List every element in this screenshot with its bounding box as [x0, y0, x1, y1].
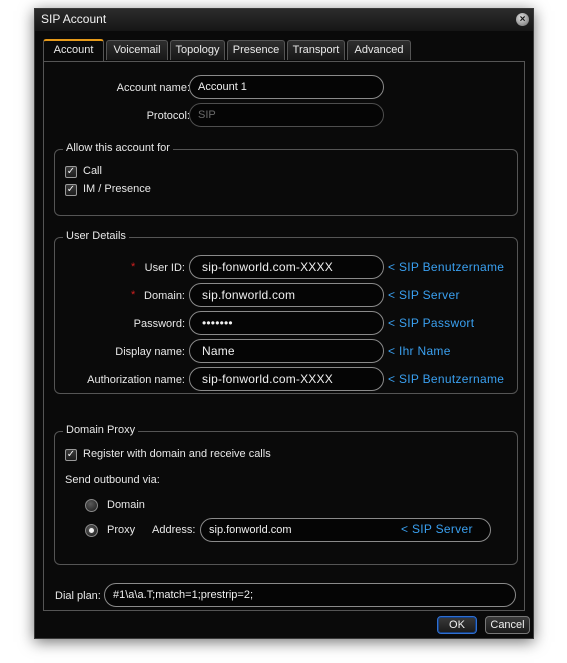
display-name-input[interactable]: Name	[189, 339, 384, 363]
tab-voicemail[interactable]: Voicemail	[106, 40, 168, 60]
proxy-address-value: sip.fonworld.com	[209, 524, 292, 536]
cancel-button[interactable]: Cancel	[485, 616, 530, 634]
ok-button[interactable]: OK	[437, 616, 477, 634]
tab-transport[interactable]: Transport	[287, 40, 345, 60]
im-presence-label: IM / Presence	[83, 183, 151, 195]
password-input[interactable]: •••••••	[189, 311, 384, 335]
proxy-address-label: Address:	[152, 524, 196, 536]
dial-plan-label: Dial plan:	[55, 590, 101, 602]
call-checkbox[interactable]: ✓	[65, 166, 77, 178]
domain-hint: < SIP Server	[388, 288, 460, 302]
display-name-hint: < Ihr Name	[388, 344, 451, 358]
user-id-input[interactable]: sip-fonworld.com-XXXX	[189, 255, 384, 279]
display-name-label: Display name:	[115, 346, 185, 358]
account-tab-panel: Account name: Account 1 Protocol: SIP Al…	[43, 61, 525, 611]
authorization-name-hint: < SIP Benutzername	[388, 372, 505, 386]
domain-required-mark: *	[131, 289, 136, 301]
password-hint: < SIP Passwort	[388, 316, 475, 330]
dial-plan-input[interactable]: #1\a\a.T;match=1;prestrip=2;	[104, 583, 516, 607]
authorization-name-label: Authorization name:	[87, 374, 185, 386]
tab-advanced[interactable]: Advanced	[347, 40, 411, 60]
domain-proxy-legend: Domain Proxy	[63, 424, 139, 436]
domain-input[interactable]: sip.fonworld.com	[189, 283, 384, 307]
close-icon[interactable]: ×	[516, 13, 529, 26]
outbound-domain-radio[interactable]	[85, 499, 98, 512]
outbound-domain-label: Domain	[107, 499, 145, 511]
call-label: Call	[83, 165, 102, 177]
register-domain-checkbox[interactable]: ✓	[65, 449, 77, 461]
user-id-required-mark: *	[131, 261, 136, 273]
account-name-input[interactable]: Account 1	[189, 75, 384, 99]
sip-account-dialog: SIP Account × Account Voicemail Topology…	[34, 8, 534, 639]
register-domain-label: Register with domain and receive calls	[83, 448, 271, 460]
proxy-address-input[interactable]: sip.fonworld.com < SIP Server	[200, 518, 491, 542]
outbound-proxy-label: Proxy	[107, 524, 136, 536]
tab-account[interactable]: Account	[43, 39, 104, 61]
user-id-hint: < SIP Benutzername	[388, 260, 505, 274]
allow-account-group: Allow this account for ✓ Call ✓ IM / Pre…	[54, 142, 518, 216]
user-id-label: User ID:	[144, 262, 185, 274]
im-presence-checkbox[interactable]: ✓	[65, 184, 77, 196]
domain-label: Domain:	[144, 290, 185, 302]
allow-account-legend: Allow this account for	[63, 142, 173, 154]
account-name-label: Account name:	[116, 82, 190, 94]
proxy-address-hint: < SIP Server	[401, 522, 473, 536]
protocol-field: SIP	[189, 103, 384, 127]
title-bar[interactable]: SIP Account ×	[35, 9, 533, 31]
outbound-proxy-radio[interactable]	[85, 524, 98, 537]
password-label: Password:	[133, 318, 185, 330]
window-title: SIP Account	[41, 12, 107, 26]
user-details-legend: User Details	[63, 230, 129, 242]
protocol-label: Protocol:	[146, 110, 190, 122]
domain-proxy-group: Domain Proxy ✓ Register with domain and …	[54, 424, 518, 565]
tab-presence[interactable]: Presence	[227, 40, 285, 60]
authorization-name-input[interactable]: sip-fonworld.com-XXXX	[189, 367, 384, 391]
send-outbound-label: Send outbound via:	[65, 474, 160, 486]
tab-topology[interactable]: Topology	[170, 40, 225, 60]
